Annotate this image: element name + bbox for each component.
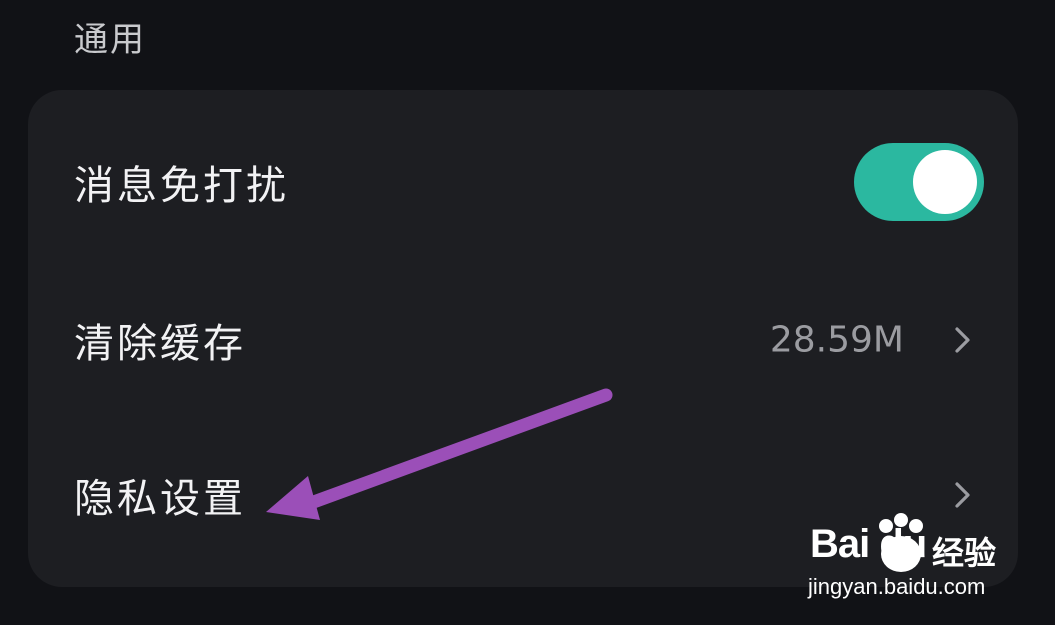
- settings-screen: 通用 消息免打扰 清除缓存 28.59M 隐私设置 Bai du 经验 jing…: [0, 0, 1055, 625]
- watermark-brand: Bai du: [810, 522, 927, 566]
- do-not-disturb-toggle[interactable]: [854, 143, 984, 221]
- row-label: 消息免打扰: [74, 163, 289, 209]
- row-clear-cache[interactable]: 清除缓存 28.59M: [28, 270, 1018, 410]
- baidu-jingyan-watermark: Bai du 经验 jingyan.baidu.com: [806, 512, 1006, 612]
- row-label: 清除缓存: [74, 321, 246, 367]
- toggle-knob: [913, 150, 977, 214]
- watermark-product: 经验: [932, 534, 997, 572]
- chevron-right-icon: [955, 327, 970, 353]
- row-do-not-disturb[interactable]: 消息免打扰: [28, 112, 1018, 252]
- watermark-url: jingyan.baidu.com: [808, 574, 986, 599]
- cache-size-value: 28.59M: [769, 319, 904, 361]
- chevron-right-icon: [955, 482, 970, 508]
- section-title: 通用: [74, 20, 146, 60]
- row-label: 隐私设置: [74, 476, 246, 522]
